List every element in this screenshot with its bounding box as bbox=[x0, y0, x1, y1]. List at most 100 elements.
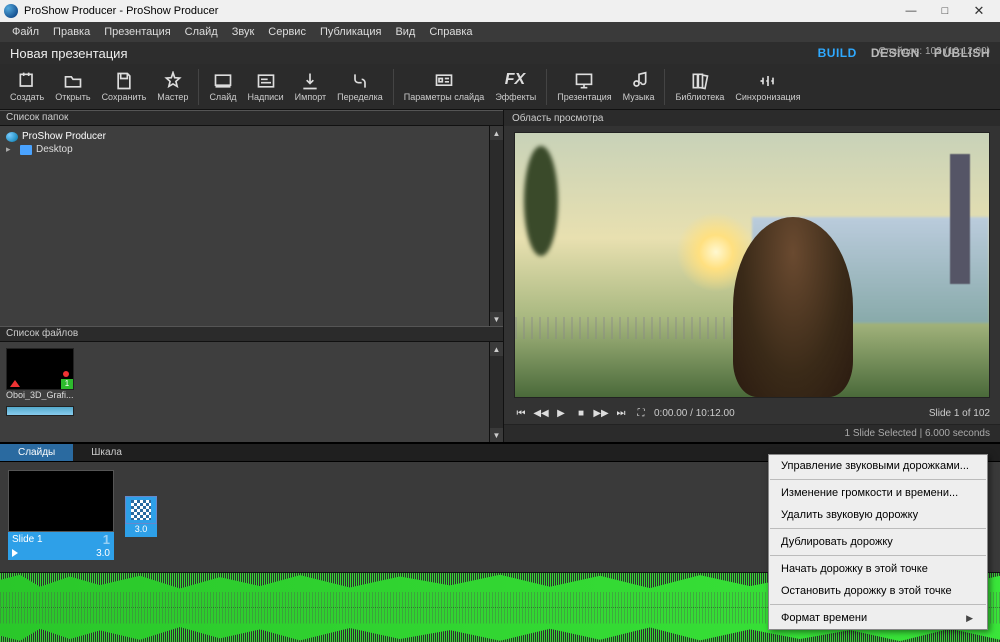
timeline-slide[interactable]: Slide 1 1 3.0 bbox=[8, 470, 114, 560]
menu-презентация[interactable]: Презентация bbox=[98, 24, 176, 40]
file-name-label: Oboi_3D_Grafi... bbox=[6, 390, 74, 400]
open-button[interactable]: Открыть bbox=[51, 69, 94, 104]
slide-button[interactable]: Слайд bbox=[205, 69, 240, 104]
folder-item[interactable]: ProShow Producer bbox=[6, 130, 497, 143]
step-fwd-button[interactable]: ▶▶ bbox=[594, 406, 608, 420]
menu-правка[interactable]: Правка bbox=[47, 24, 96, 40]
transition-icon bbox=[131, 500, 151, 520]
transport-controls: ⏮ ◀◀ ▶ ■ ▶▶ ⏭ ⛶ 0:00.00 / 10:12.00 Slide… bbox=[504, 402, 1000, 424]
context-menu-label: Остановить дорожку в этой точке bbox=[781, 585, 952, 597]
play-button[interactable]: ▶ bbox=[554, 406, 568, 420]
create-button[interactable]: Создать bbox=[6, 69, 48, 104]
toolbar-label: Эффекты bbox=[495, 92, 536, 102]
slide-number: 1 bbox=[103, 532, 110, 547]
preview-status-bar: 1 Slide Selected | 6.000 seconds bbox=[504, 424, 1000, 442]
context-menu-item[interactable]: Начать дорожку в этой точке bbox=[769, 558, 987, 580]
context-menu-item[interactable]: Дублировать дорожку bbox=[769, 531, 987, 553]
context-menu-item[interactable]: Изменение громкости и времени... bbox=[769, 482, 987, 504]
menu-сервис[interactable]: Сервис bbox=[262, 24, 312, 40]
timecode-label: 0:00.00 / 10:12.00 bbox=[654, 408, 735, 419]
preview-viewport[interactable] bbox=[514, 132, 990, 398]
menu-звук[interactable]: Звук bbox=[226, 24, 261, 40]
context-menu-item[interactable]: Остановить дорожку в этой точке bbox=[769, 580, 987, 602]
toolbar-label: Презентация bbox=[557, 92, 611, 102]
file-usage-badge: 1 bbox=[61, 379, 73, 389]
fx-button[interactable]: FXЭффекты bbox=[491, 69, 540, 104]
menu-справка[interactable]: Справка bbox=[423, 24, 478, 40]
context-menu-item[interactable]: Управление звуковыми дорожками... bbox=[769, 455, 987, 477]
window-close-button[interactable]: ✕ bbox=[962, 1, 996, 21]
toolbar-separator bbox=[546, 69, 547, 105]
library-icon bbox=[689, 71, 711, 91]
file-list-scrollbar[interactable]: ▲ ▼ bbox=[489, 342, 503, 442]
create-icon bbox=[16, 71, 38, 91]
window-maximize-button[interactable]: □ bbox=[928, 1, 962, 21]
stop-button[interactable]: ■ bbox=[574, 406, 588, 420]
slide-thumbnail[interactable] bbox=[8, 470, 114, 532]
menu-файл[interactable]: Файл bbox=[6, 24, 45, 40]
folder-pane-header: Список папок bbox=[0, 110, 503, 126]
toolbar-label: Надписи bbox=[247, 92, 283, 102]
slide-position-label: Slide 1 of 102 bbox=[929, 408, 990, 419]
scroll-down-icon[interactable]: ▼ bbox=[490, 428, 503, 442]
scroll-up-icon[interactable]: ▲ bbox=[490, 126, 503, 140]
import-button[interactable]: Импорт bbox=[291, 69, 330, 104]
library-button[interactable]: Библиотека bbox=[671, 69, 728, 104]
scroll-up-icon[interactable]: ▲ bbox=[490, 342, 503, 356]
context-menu-label: Начать дорожку в этой точке bbox=[781, 563, 928, 575]
caption-button[interactable]: Надписи bbox=[243, 69, 287, 104]
menu-слайд[interactable]: Слайд bbox=[179, 24, 224, 40]
preview-pane-header: Область просмотра bbox=[504, 110, 1000, 126]
toolbar-label: Открыть bbox=[55, 92, 90, 102]
context-menu-item[interactable]: Удалить звуковую дорожку bbox=[769, 504, 987, 526]
timeline[interactable]: Slide 1 1 3.0 3.0 Управление звуковыми д… bbox=[0, 462, 1000, 642]
toolbar-label: Сохранить bbox=[102, 92, 147, 102]
save-button[interactable]: Сохранить bbox=[98, 69, 151, 104]
window-minimize-button[interactable]: — bbox=[894, 1, 928, 21]
toolbar-label: Синхронизация bbox=[735, 92, 800, 102]
slide-count-label: Слайдов: 102 (10:12.00) bbox=[878, 46, 990, 57]
caption-icon bbox=[255, 71, 277, 91]
folder-tree-scrollbar[interactable]: ▲ ▼ bbox=[489, 126, 503, 326]
remix-button[interactable]: Переделка bbox=[333, 69, 387, 104]
file-thumb[interactable]: 1 Oboi_3D_Grafi... bbox=[6, 348, 74, 400]
toolbar-label: Импорт bbox=[295, 92, 326, 102]
wizard-button[interactable]: Мастер bbox=[153, 69, 192, 104]
menu-публикация[interactable]: Публикация bbox=[314, 24, 387, 40]
file-list[interactable]: 1 Oboi_3D_Grafi... ▲ ▼ bbox=[0, 342, 503, 442]
menu-вид[interactable]: Вид bbox=[389, 24, 421, 40]
step-back-button[interactable]: ◀◀ bbox=[534, 406, 548, 420]
slide-icon bbox=[212, 71, 234, 91]
go-start-button[interactable]: ⏮ bbox=[514, 406, 528, 420]
folder-tree[interactable]: ProShow Producer▸Desktop ▲ ▼ bbox=[0, 126, 503, 326]
selection-status-label: 1 Slide Selected | 6.000 seconds bbox=[845, 428, 990, 439]
context-menu-item[interactable]: Формат времени▶ bbox=[769, 607, 987, 629]
folder-item[interactable]: ▸Desktop bbox=[6, 143, 497, 156]
toolbar-separator bbox=[664, 69, 665, 105]
scroll-down-icon[interactable]: ▼ bbox=[490, 312, 503, 326]
menu-separator bbox=[770, 528, 986, 529]
presentation-name: Новая презентация bbox=[10, 46, 127, 61]
expand-icon[interactable]: ▸ bbox=[6, 144, 16, 155]
sync-button[interactable]: Синхронизация bbox=[731, 69, 804, 104]
slide-duration[interactable]: 3.0 bbox=[96, 548, 110, 559]
app-icon bbox=[4, 4, 18, 18]
music-button[interactable]: Музыка bbox=[619, 69, 659, 104]
go-end-button[interactable]: ⏭ bbox=[614, 406, 628, 420]
slideopts-button[interactable]: Параметры слайда bbox=[400, 69, 489, 104]
menubar: ФайлПравкаПрезентацияСлайдЗвукСервисПубл… bbox=[0, 22, 1000, 42]
slideopts-icon bbox=[433, 71, 455, 91]
toolbar-separator bbox=[393, 69, 394, 105]
present-button[interactable]: Презентация bbox=[553, 69, 615, 104]
transition-duration[interactable]: 3.0 bbox=[125, 524, 157, 537]
timeline-transition[interactable]: 3.0 bbox=[122, 496, 160, 560]
menu-separator bbox=[770, 479, 986, 480]
play-icon[interactable] bbox=[12, 549, 18, 557]
slide-label: Slide 1 bbox=[12, 534, 43, 545]
fullscreen-button[interactable]: ⛶ bbox=[634, 406, 648, 420]
audio-context-menu[interactable]: Управление звуковыми дорожками... Изменен… bbox=[768, 454, 988, 630]
tab-slides[interactable]: Слайды bbox=[0, 444, 73, 461]
file-thumb[interactable] bbox=[6, 406, 74, 416]
tab-scale[interactable]: Шкала bbox=[73, 444, 140, 461]
mode-tab-build[interactable]: BUILD bbox=[818, 46, 857, 60]
